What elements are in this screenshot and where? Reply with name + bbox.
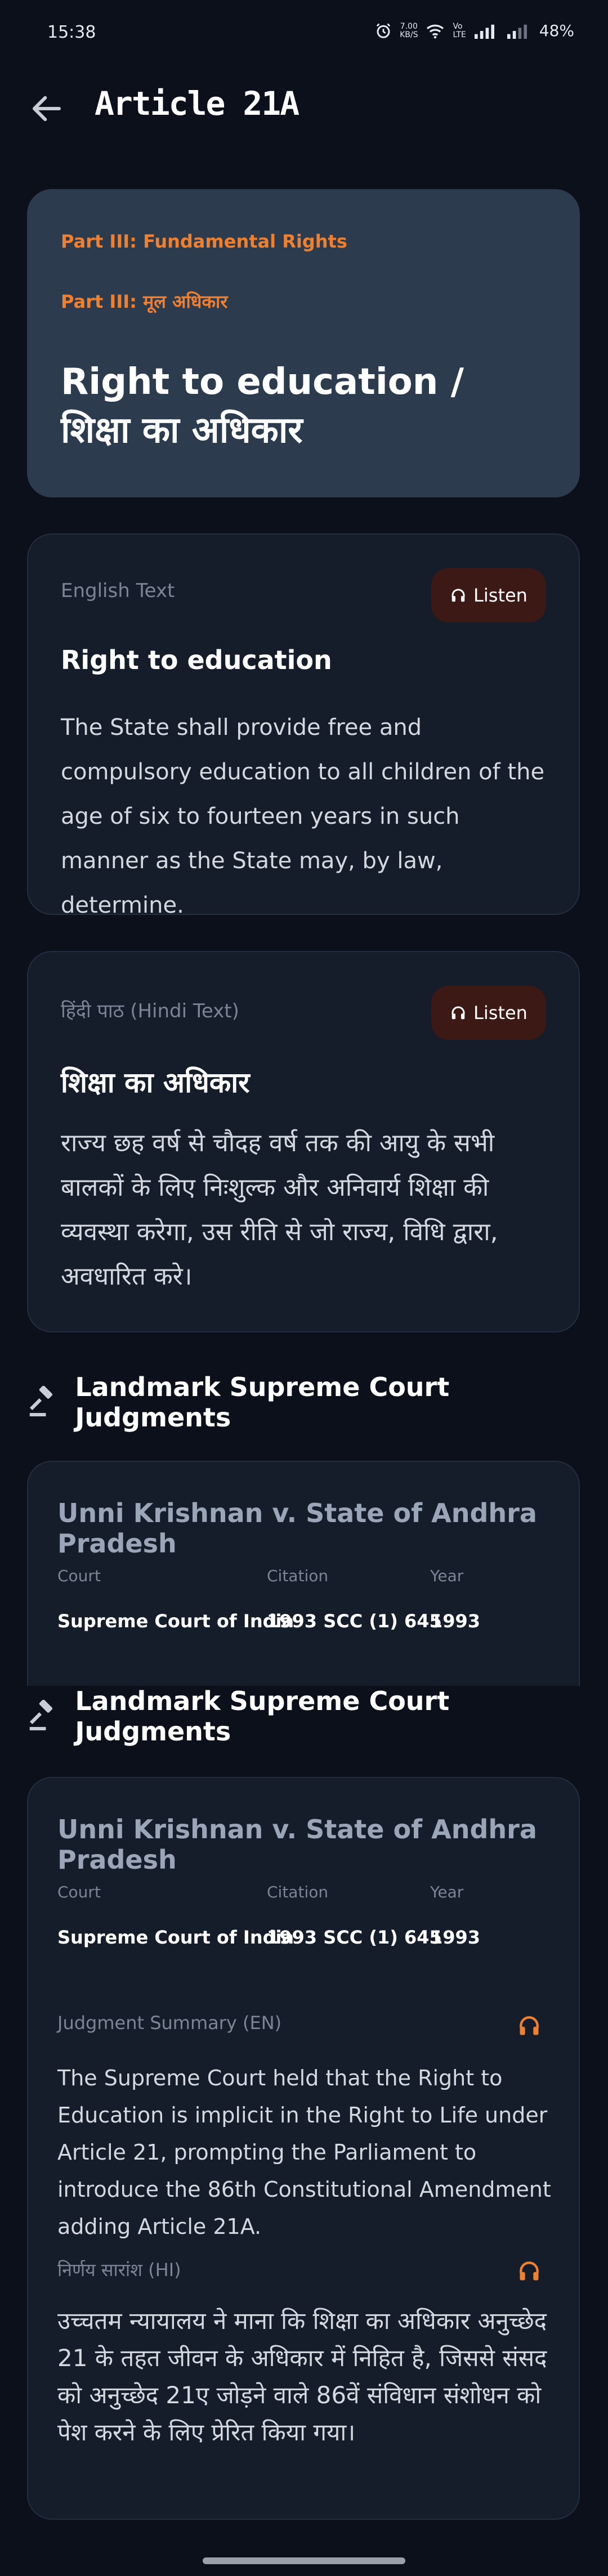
court-label: Court — [57, 1567, 101, 1585]
summary-en-text: The Supreme Court held that the Right to… — [57, 2066, 551, 2239]
english-body: The State shall provide free and compuls… — [61, 715, 545, 918]
judgments-section-header: Landmark Supreme Court Judgments — [27, 1372, 608, 1433]
hindi-heading: शिक्षा का अधिकार — [61, 1066, 250, 1099]
judgments-section-title: Landmark Supreme Court Judgments — [75, 1372, 450, 1433]
english-heading: Right to education — [61, 645, 332, 675]
headphones-icon[interactable] — [517, 2013, 542, 2038]
year-value: 1993 — [430, 1927, 481, 1948]
alarm-icon — [376, 23, 391, 38]
hindi-text-card: हिंदी पाठ (Hindi Text) Listen शिक्षा का … — [27, 951, 580, 1332]
battery-level: 48% — [539, 21, 574, 40]
hindi-body: राज्य छह वर्ष से चौदह वर्ष तक की आयु के … — [61, 1129, 498, 1291]
citation-value: 1993 SCC (1) 645 — [267, 1927, 442, 1948]
court-value: Supreme Court of India — [57, 1610, 294, 1632]
summary-hi-label: निर्णय सारांश (HI) — [57, 2259, 181, 2281]
citation-value: 1993 SCC (1) 645 — [267, 1610, 442, 1632]
part-label-hi: Part III: मूल अधिकार — [61, 291, 228, 312]
net-speed-unit: KB/S — [400, 30, 418, 39]
gavel-icon — [29, 1386, 53, 1417]
english-text-label: English Text — [61, 580, 175, 602]
headphones-icon[interactable] — [517, 2259, 542, 2283]
listen-button-english[interactable]: Listen — [431, 568, 546, 622]
back-arrow-icon[interactable] — [28, 90, 65, 127]
headphones-icon — [451, 589, 465, 602]
status-icons: 7.00 KB/S Vo LTE 48% — [375, 21, 574, 40]
judgments-section-header-sticky: Landmark Supreme Court Judgments — [27, 1686, 608, 1747]
judgment-card-preview[interactable]: Unni Krishnan v. State of Andhra Pradesh… — [27, 1461, 580, 1704]
net-speed: 7.00 KB/S — [400, 21, 418, 39]
listen-label: Listen — [473, 585, 527, 606]
app-bar: Article 21A — [0, 73, 608, 141]
signal-icon-2 — [507, 24, 527, 39]
lte-bottom: LTE — [453, 30, 466, 39]
english-text-card: English Text Listen Right to education T… — [27, 533, 580, 918]
article-header-card: Part III: Fundamental Rights Part III: म… — [27, 189, 580, 497]
court-label: Court — [57, 1883, 101, 1901]
headphones-icon — [451, 1006, 465, 1020]
citation-label: Citation — [267, 1883, 329, 1901]
listen-button-hindi[interactable]: Listen — [431, 986, 546, 1040]
home-indicator[interactable] — [203, 2557, 405, 2564]
case-title: Unni Krishnan v. State of Andhra Pradesh — [57, 1814, 537, 1875]
listen-label: Listen — [473, 1002, 527, 1024]
year-label: Year — [430, 1567, 464, 1585]
year-label: Year — [430, 1883, 464, 1901]
hindi-text-label: हिंदी पाठ (Hindi Text) — [61, 1000, 239, 1022]
article-title: Right to education / शिक्षा का अधिकार — [61, 361, 464, 451]
status-bar: 15:38 7.00 KB/S Vo LTE 48% — [0, 0, 608, 68]
case-title: Unni Krishnan v. State of Andhra Pradesh — [57, 1498, 537, 1559]
judgment-card[interactable]: Unni Krishnan v. State of Andhra Pradesh… — [27, 1777, 580, 2520]
judgments-section-title: Landmark Supreme Court Judgments — [75, 1686, 450, 1747]
court-value: Supreme Court of India — [57, 1927, 294, 1948]
citation-label: Citation — [267, 1567, 329, 1585]
gavel-icon — [29, 1700, 53, 1731]
net-speed-value: 7.00 — [400, 21, 418, 31]
status-time: 15:38 — [47, 23, 96, 42]
lte-indicator: Vo LTE — [453, 21, 466, 39]
page-title: Article 21A — [95, 84, 299, 123]
summary-en-label: Judgment Summary (EN) — [57, 2012, 282, 2034]
lte-top: Vo — [453, 21, 463, 31]
part-label-en: Part III: Fundamental Rights — [61, 231, 347, 252]
year-value: 1993 — [430, 1610, 481, 1632]
summary-hi-text: उच्चतम न्यायालय ने माना कि शिक्षा का अधि… — [57, 2307, 547, 2446]
wifi-icon — [427, 24, 444, 38]
signal-icon-1 — [474, 24, 494, 39]
